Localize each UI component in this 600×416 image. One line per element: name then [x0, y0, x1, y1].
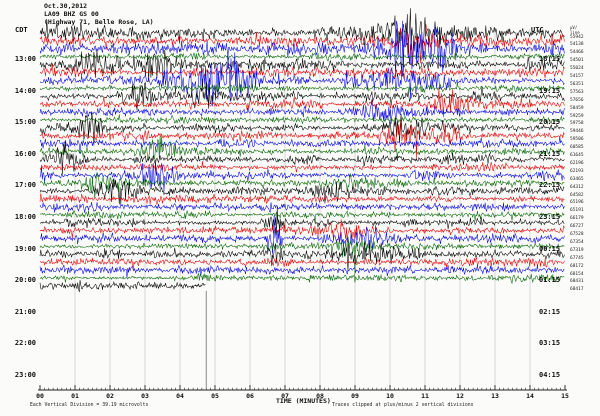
trace-bias-value: 60585 [570, 145, 584, 150]
trace-bias-value: 64582 [570, 193, 584, 198]
seismo-trace-line [40, 141, 564, 174]
x-axis-tick-label: 12 [456, 392, 464, 400]
x-axis-tick-label: 06 [246, 392, 254, 400]
trace-bias-value: 55024 [570, 66, 584, 71]
right-hour-label: 00:15 [539, 245, 560, 253]
left-timezone-label: CDT [15, 26, 28, 34]
trace-bias-value: 62196 [570, 161, 584, 166]
trace-bias-value: 66727 [570, 224, 584, 229]
trace-bias-value: 59758 [570, 121, 584, 126]
x-axis-tick-label: 11 [421, 392, 429, 400]
seismo-trace-line [40, 280, 206, 292]
trace-bias-value: 61645 [570, 153, 584, 158]
footer-scale-note: Each Vertical Division = 39.19 microvolt… [30, 403, 148, 408]
x-axis-tick-label: 03 [141, 392, 149, 400]
x-axis-tick-label: 05 [211, 392, 219, 400]
seismo-trace-line [40, 136, 564, 160]
trace-bias-value: 54501 [570, 58, 584, 63]
trace-bias-value: 59506 [570, 137, 584, 142]
seismo-trace-line [40, 161, 564, 172]
trace-bias-value: 67528 [570, 232, 584, 237]
x-axis-tick-label: 00 [36, 392, 44, 400]
left-hour-label: 17:00 [10, 181, 36, 189]
header-station-location: (Highway 71, Belle Rose, LA) [44, 18, 154, 26]
trace-bias-value: 55942 [570, 35, 584, 40]
x-axis-tick-label: 09 [351, 392, 359, 400]
left-hour-label: 23:00 [10, 371, 36, 379]
trace-bias-value: 59259 [570, 114, 584, 119]
seismogram-plot: 00010203040506070809101112131415 [0, 0, 600, 416]
seismo-trace-line [40, 112, 564, 146]
left-hour-label: 19:00 [10, 245, 36, 253]
trace-bias-value: 58459 [570, 106, 584, 111]
trace-bias-value: 59446 [570, 129, 584, 134]
right-hour-label: 18:15 [539, 55, 560, 63]
right-hour-label: 04:15 [539, 371, 560, 379]
x-axis-tick-label: 02 [106, 392, 114, 400]
left-hour-label: 20:00 [10, 276, 36, 284]
x-axis-tick-label: 14 [526, 392, 534, 400]
x-axis-tick-label: 15 [561, 392, 569, 400]
seismo-trace-line [40, 216, 564, 254]
header-date: Oct.30,2012 [44, 2, 154, 10]
left-hour-label: 14:00 [10, 87, 36, 95]
right-hour-label: 19:15 [539, 87, 560, 95]
right-hour-label: 23:15 [539, 213, 560, 221]
left-hour-label: 16:00 [10, 150, 36, 158]
seismo-trace-line [40, 82, 564, 92]
right-hour-label: 03:15 [539, 339, 560, 347]
header-station-code: LA09 BHZ GS 00 [44, 10, 154, 18]
trace-bias-value: 68172 [570, 264, 584, 269]
left-hour-label: 22:00 [10, 339, 36, 347]
right-timezone-label: UTC [531, 26, 544, 34]
trace-bias-value: 64312 [570, 185, 584, 190]
trace-bias-value: 68417 [570, 287, 584, 292]
left-hour-label: 18:00 [10, 213, 36, 221]
x-axis-tick-label: 04 [176, 392, 184, 400]
seismo-trace-line [40, 115, 564, 125]
trace-bias-value: 67354 [570, 240, 584, 245]
left-hour-label: 21:00 [10, 308, 36, 316]
trace-bias-value: 66179 [570, 216, 584, 221]
trace-bias-value: 54138 [570, 42, 584, 47]
trace-bias-value: 56351 [570, 82, 584, 87]
trace-bias-value: 54157 [570, 74, 584, 79]
left-hour-label: 13:00 [10, 55, 36, 63]
trace-bias-value: 57563 [570, 90, 584, 95]
trace-bias-value: 65191 [570, 208, 584, 213]
webicorder-screen: 00010203040506070809101112131415 Oct.30,… [0, 0, 600, 416]
right-hour-label: 20:15 [539, 118, 560, 126]
seismo-trace-line [40, 265, 564, 278]
trace-bias-value: 54466 [570, 50, 584, 55]
right-hour-label: 21:15 [539, 150, 560, 158]
trace-bias-value: 67319 [570, 248, 584, 253]
plot-header: Oct.30,2012 LA09 BHZ GS 00 (Highway 71, … [44, 2, 154, 26]
trace-bias-value: 62193 [570, 169, 584, 174]
trace-bias-value: 57656 [570, 98, 584, 103]
trace-bias-value: 68431 [570, 279, 584, 284]
trace-bias-value: 67745 [570, 256, 584, 261]
trace-bias-value: 63465 [570, 177, 584, 182]
seismo-trace-line [40, 211, 564, 223]
right-hour-label: 22:15 [539, 181, 560, 189]
x-axis-title: TIME (MINUTES) [276, 397, 331, 405]
right-hour-label: 02:15 [539, 308, 560, 316]
seismo-trace-line [40, 202, 564, 213]
footer-clip-note: Traces clipped at plus/minus 2 vertical … [332, 403, 474, 408]
x-axis-tick-label: 01 [71, 392, 79, 400]
left-hour-label: 15:00 [10, 118, 36, 126]
x-axis-tick-label: 10 [386, 392, 394, 400]
seismo-trace-line [40, 274, 564, 284]
x-axis-tick-label: 13 [491, 392, 499, 400]
right-hour-label: 01:15 [539, 276, 560, 284]
trace-bias-value: 68154 [570, 272, 584, 277]
trace-bias-value: 65196 [570, 200, 584, 205]
